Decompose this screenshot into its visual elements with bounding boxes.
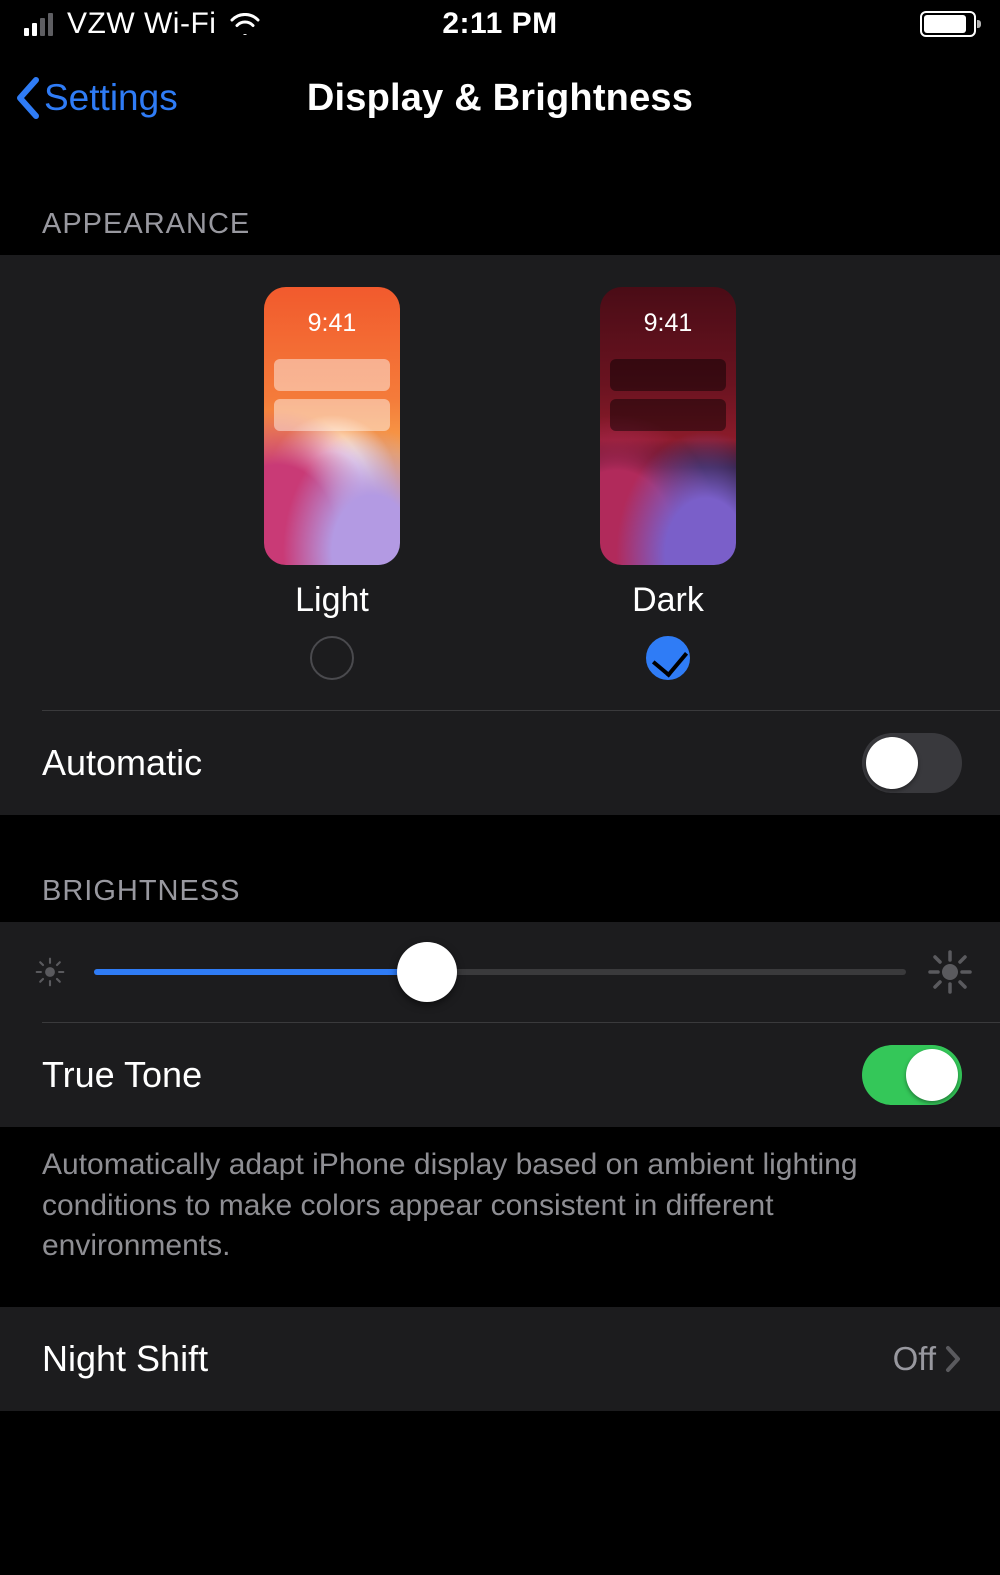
chevron-left-icon: [14, 76, 42, 120]
brightness-slider[interactable]: [94, 942, 906, 1002]
dark-preview-thumb: 9:41: [600, 287, 736, 565]
section-header-appearance: APPEARANCE: [0, 148, 1000, 255]
dark-label: Dark: [632, 581, 704, 620]
appearance-option-dark[interactable]: 9:41 Dark: [600, 287, 736, 680]
carrier-label: VZW Wi-Fi: [67, 7, 216, 41]
automatic-switch[interactable]: [862, 733, 962, 793]
wifi-icon: [230, 13, 260, 35]
battery-icon: [920, 11, 976, 37]
true-tone-footer: Automatically adapt iPhone display based…: [0, 1127, 1000, 1307]
back-button[interactable]: Settings: [14, 76, 178, 120]
appearance-group: 9:41 Light 9:41 Dark Automatic: [0, 255, 1000, 815]
light-preview-thumb: 9:41: [264, 287, 400, 565]
chevron-right-icon: [944, 1345, 962, 1373]
preview-time: 9:41: [600, 309, 736, 338]
dark-radio[interactable]: [646, 636, 690, 680]
sun-max-icon: [928, 950, 972, 994]
brightness-group: True Tone: [0, 922, 1000, 1127]
light-label: Light: [295, 581, 369, 620]
true-tone-row: True Tone: [0, 1023, 1000, 1127]
appearance-option-light[interactable]: 9:41 Light: [264, 287, 400, 680]
night-shift-label: Night Shift: [42, 1338, 208, 1380]
automatic-row: Automatic: [0, 711, 1000, 815]
cellular-signal-icon: [24, 12, 53, 36]
night-shift-value: Off: [893, 1340, 936, 1378]
status-bar: VZW Wi-Fi 2:11 PM: [0, 0, 1000, 48]
night-shift-row[interactable]: Night Shift Off: [0, 1307, 1000, 1411]
preview-time: 9:41: [264, 309, 400, 338]
night-shift-group: Night Shift Off: [0, 1307, 1000, 1411]
back-label: Settings: [44, 77, 178, 119]
true-tone-label: True Tone: [42, 1054, 202, 1096]
automatic-label: Automatic: [42, 742, 202, 784]
sun-min-icon: [35, 957, 66, 988]
true-tone-switch[interactable]: [862, 1045, 962, 1105]
nav-bar: Settings Display & Brightness: [0, 48, 1000, 148]
section-header-brightness: BRIGHTNESS: [0, 815, 1000, 922]
brightness-slider-row: [0, 922, 1000, 1022]
light-radio[interactable]: [310, 636, 354, 680]
